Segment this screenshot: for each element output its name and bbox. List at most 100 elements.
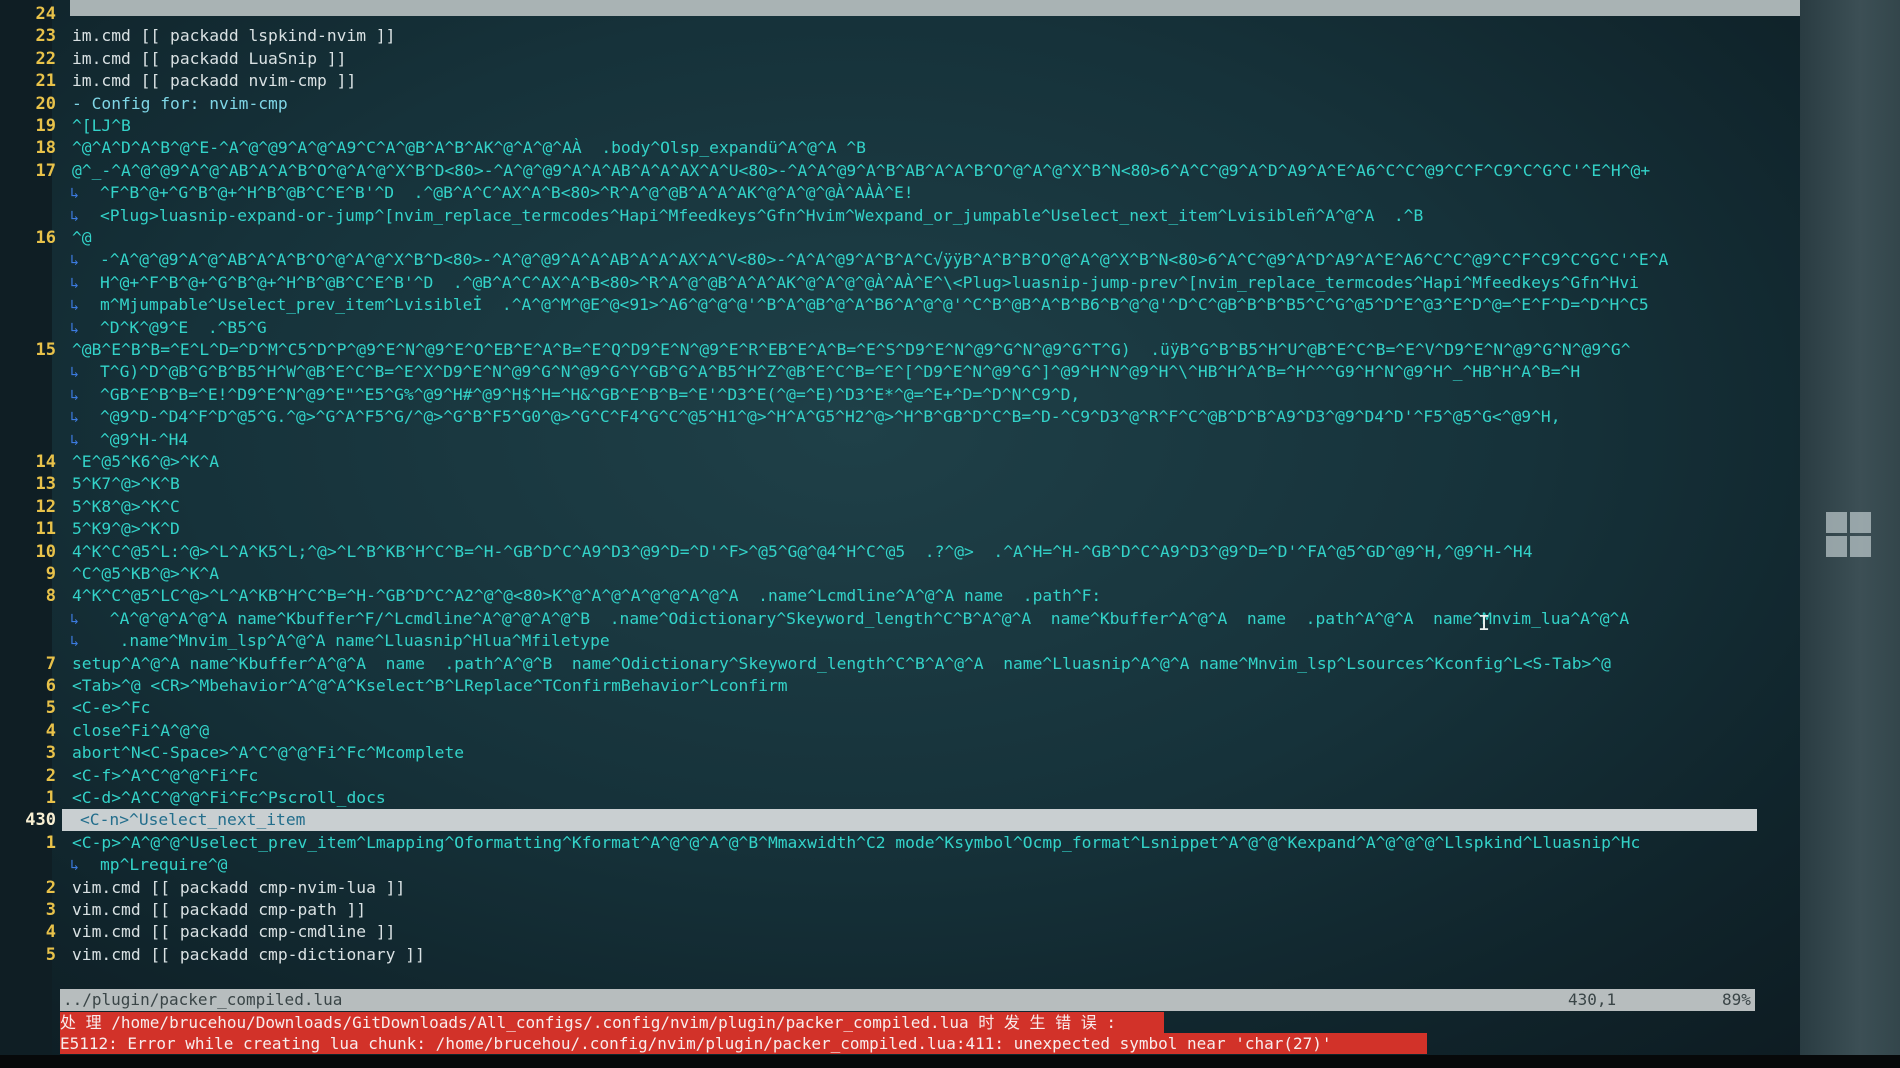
code-line[interactable]: 22 im.cmd [[ packadd LuaSnip ]] (0, 48, 1780, 70)
wrapped-line[interactable]: ↳ ^@9^H-^H4 (0, 429, 1780, 451)
code-line[interactable]: 21 im.cmd [[ packadd nvim-cmp ]] (0, 70, 1780, 92)
line-text: close^Fi^A^@^@ (72, 720, 210, 740)
line-text: 4^K^C^@5^LC^@>^L^A^KB^H^C^B=^H-^GB^D^C^A… (72, 586, 1102, 606)
line-text: H^@+^F^B^@+^G^B^@+^H^B^@B^C^E^B'^D .^@B^… (100, 272, 1639, 292)
code-line[interactable]: 3 vim.cmd [[ packadd cmp-path ]] (0, 899, 1780, 921)
text-cursor-icon: 𝙸 (1478, 611, 1491, 635)
line-number: 1 (45, 788, 56, 808)
line-text: <C-e>^Fc (72, 698, 151, 718)
code-line[interactable]: 24 (0, 3, 1780, 25)
wrapped-line[interactable]: ↳ -^A^@^@9^A^@^AB^A^A^B^O^@^A^@^X^B^D<80>… (0, 249, 1780, 271)
code-line[interactable]: 7 setup^A^@^A name^Kbuffer^A^@^A name .pa… (0, 653, 1780, 675)
code-line[interactable]: 10 4^K^C^@5^L:^@>^L^A^K5^L;^@>^L^B^KB^H^C… (0, 541, 1780, 563)
wrapped-line[interactable]: ↳ ^F^B^@+^G^B^@+^H^B^@B^C^E^B'^D .^@B^A^C… (0, 182, 1780, 204)
wrap-marker-icon: ↳ (70, 206, 80, 225)
line-number: 7 (45, 653, 56, 674)
line-text: 5^K8^@>^K^C (72, 496, 180, 516)
line-text: <C-d>^A^C^@^@^Fi^Fc^Pscroll_docs (72, 788, 386, 807)
line-text: setup^A^@^A name^Kbuffer^A^@^A name .pat… (72, 653, 1611, 673)
line-number: 3 (45, 900, 56, 920)
code-line[interactable]: 2 <C-f>^A^C^@^@^Fi^Fc (0, 765, 1780, 787)
line-text: 5^K7^@>^K^B (72, 474, 180, 494)
code-line[interactable]: 1 <C-d>^A^C^@^@^Fi^Fc^Pscroll_docs (0, 787, 1780, 809)
line-number: 23 (35, 26, 56, 47)
wrapped-line[interactable]: ↳ H^@+^F^B^@+^G^B^@+^H^B^@B^C^E^B'^D .^@B… (0, 272, 1780, 294)
wrapped-line[interactable]: ↳ mp^Lrequire^@ (0, 854, 1780, 876)
wrapped-line[interactable]: ↳ T^G)^D^@B^G^B^B5^H^W^@B^E^C^B=^E^X^D9^E… (0, 361, 1780, 383)
current-line[interactable]: 430 <C-n>^Uselect_next_item (25, 809, 1757, 832)
code-line[interactable]: 19 ^[LJ^B (0, 115, 1780, 137)
code-line[interactable]: 4 close^Fi^A^@^@ (0, 720, 1780, 742)
code-line[interactable]: 2 vim.cmd [[ packadd cmp-nvim-lua ]] (0, 877, 1780, 899)
code-line[interactable]: 5 <C-e>^Fc (0, 697, 1780, 719)
wrapped-line[interactable]: ↳ ^@9^D-^D4^F^D^@5^G.^@>^G^A^F5^G/^@>^G^B… (0, 406, 1780, 428)
code-line[interactable]: 15 ^@B^E^B^B=^E^L^D=^D^M^C5^D^P^@9^E^N^@9… (0, 339, 1780, 361)
status-scroll-percent: 89% (1722, 990, 1751, 1009)
code-line[interactable]: 16 ^@ (0, 227, 1780, 249)
code-line[interactable]: 8 4^K^C^@5^LC^@>^L^A^KB^H^C^B=^H-^GB^D^C^… (0, 585, 1780, 607)
wrap-marker-icon: ↳ (70, 184, 80, 203)
line-text: ^@9^D-^D4^F^D^@5^G.^@>^G^A^F5^G/^@>^G^B^… (100, 407, 1561, 427)
nvim-editor-buffer[interactable]: 24 23 im.cmd [[ packadd lspkind-nvim ]] 22 i… (0, 0, 1800, 1010)
wrap-marker-icon: ↳ (70, 632, 80, 651)
line-text: vim.cmd [[ packadd cmp-path ]] (72, 900, 367, 919)
line-number: 20 (35, 93, 56, 114)
code-line[interactable]: 12 5^K8^@>^K^C (0, 496, 1780, 518)
line-number: 17 (35, 160, 56, 181)
line-number: 15 (35, 340, 56, 360)
code-line[interactable]: 18 ^@^A^D^A^B^@^E-^A^@^@9^A^@^A9^C^A^@B^A… (0, 137, 1780, 159)
line-number: 8 (45, 586, 56, 607)
line-text: vim.cmd [[ packadd cmp-cmdline ]] (72, 922, 396, 942)
error-message-line-2: E5112: Error while creating lua chunk: /… (60, 1033, 1427, 1054)
wrapped-line[interactable]: ↳ m^Mjumpable^Uselect_prev_item^Lvisibleİ… (0, 294, 1780, 316)
line-text: 4^K^C^@5^L:^@>^L^A^K5^L;^@>^L^B^KB^H^C^B… (72, 541, 1533, 561)
wrap-marker-icon: ↳ (70, 296, 80, 315)
code-line[interactable]: 6 <Tab>^@ <CR>^Mbehavior^A^@^A^Kselect^B^… (0, 675, 1780, 697)
code-line[interactable]: 13 5^K7^@>^K^B (0, 473, 1780, 495)
wrapped-line[interactable]: ↳ ^A^@^@^A^@^A name^Kbuffer^F/^Lcmdline^… (0, 608, 1780, 630)
code-line[interactable]: 17 @^_-^A^@^@9^A^@^AB^A^A^B^O^@^A^@^X^B^D… (0, 160, 1780, 182)
line-text: ^D^K^@9^E .^B5^G (100, 317, 267, 337)
line-text: 5^K9^@>^K^D (72, 519, 180, 539)
line-text: - Config for: nvim-cmp (72, 93, 288, 113)
line-text: ^E^@5^K6^@>^K^A (72, 452, 220, 471)
wrap-marker-icon: ↳ (70, 363, 80, 382)
wrapped-line[interactable]: ↳ <Plug>luasnip-expand-or-jump^[nvim_repl… (0, 205, 1780, 227)
line-text: .name^Mnvim_lsp^A^@^A name^Lluasnip^Hlua… (100, 631, 610, 651)
code-line[interactable]: 23 im.cmd [[ packadd lspkind-nvim ]] (0, 25, 1780, 47)
code-line[interactable]: 20 - Config for: nvim-cmp (0, 93, 1780, 115)
code-line[interactable]: 14 ^E^@5^K6^@>^K^A (0, 451, 1780, 473)
line-number: 13 (35, 474, 56, 495)
line-text: <Tab>^@ <CR>^Mbehavior^A^@^A^Kselect^B^L… (72, 676, 788, 695)
line-text: <Plug>luasnip-expand-or-jump^[nvim_repla… (100, 205, 1424, 225)
status-cursor-position: 430,1 (1568, 990, 1617, 1009)
line-text: ^@9^H-^H4 (100, 429, 189, 449)
line-number: 24 (35, 4, 56, 24)
line-text: ^@ (72, 228, 92, 247)
line-number: 4 (45, 922, 56, 943)
line-text: <C-n>^Uselect_next_item (80, 810, 306, 830)
line-text: <C-f>^A^C^@^@^Fi^Fc (72, 765, 259, 785)
line-text: im.cmd [[ packadd lspkind-nvim ]] (72, 26, 396, 46)
code-line[interactable]: 1 <C-p>^A^@^@^Uselect_prev_item^Lmapping^… (0, 832, 1780, 854)
line-text: T^G)^D^@B^G^B^B5^H^W^@B^E^C^B=^E^X^D9^E^… (100, 362, 1581, 382)
status-filename: ../plugin/packer_compiled.lua (63, 990, 343, 1009)
line-number: 6 (45, 676, 56, 696)
line-text: im.cmd [[ packadd LuaSnip ]] (72, 48, 347, 68)
code-line[interactable]: 11 5^K9^@>^K^D (0, 518, 1780, 540)
wrapped-line[interactable]: ↳ .name^Mnvim_lsp^A^@^A name^Lluasnip^Hl… (0, 630, 1780, 652)
wrapped-line[interactable]: ↳ ^GB^E^B^B=^E!^D9^E^N^@9^E"^E5^G%^@9^H#^… (0, 384, 1780, 406)
line-number: 16 (35, 228, 56, 248)
line-number: 14 (35, 452, 56, 472)
code-line[interactable]: 5 vim.cmd [[ packadd cmp-dictionary ]] (0, 944, 1780, 966)
status-line: ../plugin/packer_compiled.lua 430,1 89% (60, 989, 1755, 1011)
line-number: 18 (35, 138, 56, 159)
line-text: abort^N<C-Space>^A^C^@^@^Fi^Fc^Mcomplete (72, 743, 465, 763)
wrap-marker-icon: ↳ (70, 609, 80, 628)
line-number: 2 (45, 765, 56, 786)
wrapped-line[interactable]: ↳ ^D^K^@9^E .^B5^G (0, 317, 1780, 339)
code-line[interactable]: 3 abort^N<C-Space>^A^C^@^@^Fi^Fc^Mcomplet… (0, 742, 1780, 764)
line-text: ^F^B^@+^G^B^@+^H^B^@B^C^E^B'^D .^@B^A^C^… (100, 183, 914, 203)
code-line[interactable]: 4 vim.cmd [[ packadd cmp-cmdline ]] (0, 921, 1780, 943)
code-line[interactable]: 9 ^C^@5^KB^@>^K^A (0, 563, 1780, 585)
